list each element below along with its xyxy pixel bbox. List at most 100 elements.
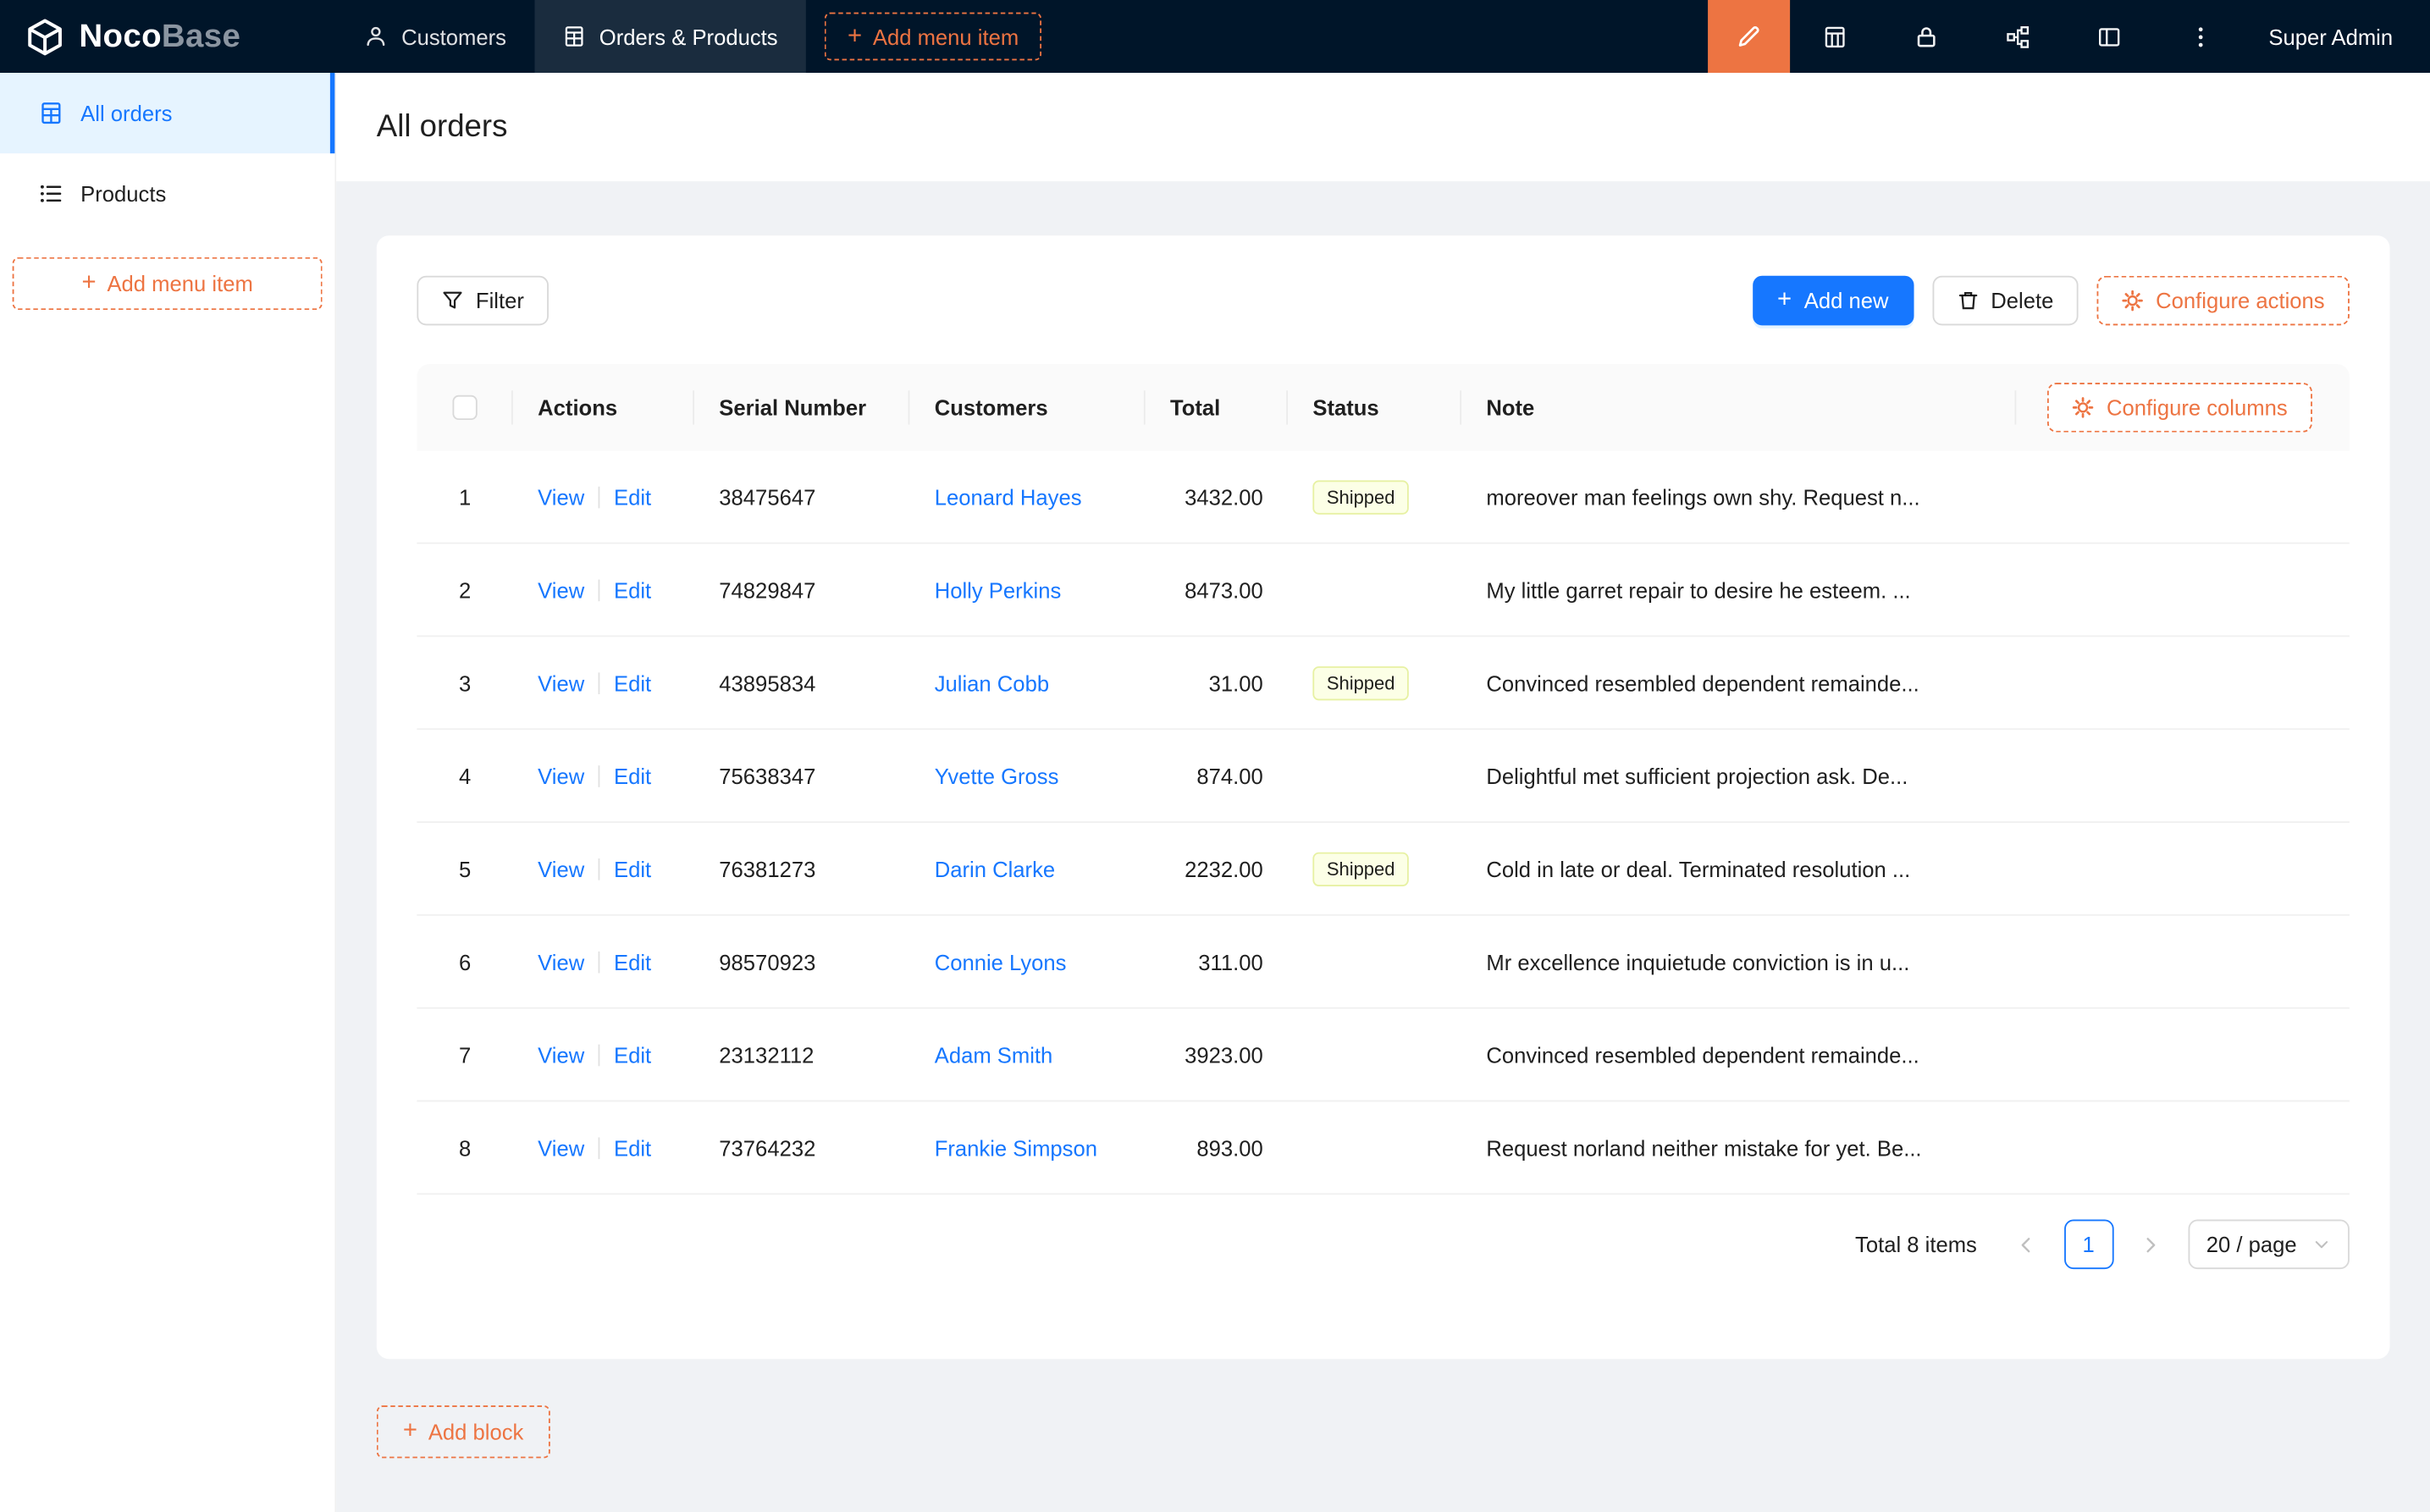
view-link[interactable]: View [538, 949, 584, 974]
customer-link[interactable]: Yvette Gross [935, 763, 1059, 787]
sidebar-item-products[interactable]: Products [0, 153, 334, 234]
nav-item-orders-products[interactable]: Orders & Products [534, 0, 806, 73]
view-link[interactable]: View [538, 1135, 584, 1160]
add-menu-item-button-sidebar[interactable]: + Add menu item [13, 257, 323, 310]
action-divider [599, 764, 600, 786]
app-window: NocoBase Customers Orders & Products + A… [0, 0, 2430, 1512]
delete-label: Delete [1991, 288, 2053, 312]
customer-cell: Frankie Simpson [909, 1101, 1145, 1193]
customer-link[interactable]: Darin Clarke [935, 856, 1055, 880]
sidebar-item-all-orders[interactable]: All orders [0, 73, 334, 153]
view-link[interactable]: View [538, 1042, 584, 1067]
table-row[interactable]: 7 View Edit 23132112 Adam Smith 3923.00 … [417, 1009, 2350, 1102]
page-size-select[interactable]: 20 / page [2188, 1220, 2350, 1270]
permissions-button[interactable] [1881, 0, 1973, 73]
status-cell [1288, 916, 1461, 1007]
edit-link[interactable]: Edit [614, 484, 651, 509]
column-header-serial-number: Serial Number [694, 364, 909, 451]
configure-actions-button[interactable]: Configure actions [2097, 276, 2350, 326]
table-row[interactable]: 2 View Edit 74829847 Holly Perkins 8473.… [417, 544, 2350, 637]
table-row[interactable]: 4 View Edit 75638347 Yvette Gross 874.00… [417, 730, 2350, 823]
table-row[interactable]: 3 View Edit 43895834 Julian Cobb 31.00 S… [417, 637, 2350, 730]
view-link[interactable]: View [538, 670, 584, 695]
table-row[interactable]: 6 View Edit 98570923 Connie Lyons 311.00… [417, 916, 2350, 1009]
orders-products-icon [562, 25, 585, 47]
pagination-prev-button[interactable] [2002, 1220, 2052, 1270]
customer-link[interactable]: Frankie Simpson [935, 1135, 1097, 1160]
workflow-icon [2006, 24, 2030, 48]
note-cell: My little garret repair to desire he est… [1461, 544, 2016, 635]
action-divider [599, 486, 600, 508]
app-logo[interactable]: NocoBase [0, 0, 336, 73]
table-row[interactable]: 5 View Edit 76381273 Darin Clarke 2232.0… [417, 823, 2350, 916]
user-menu[interactable]: Super Admin [2247, 0, 2430, 73]
customer-cell: Julian Cobb [909, 637, 1145, 728]
edit-link[interactable]: Edit [614, 670, 651, 695]
serial-number-cell: 76381273 [694, 823, 909, 914]
edit-link[interactable]: Edit [614, 1042, 651, 1067]
total-cell: 3923.00 [1146, 1009, 1288, 1101]
nav-item-customers[interactable]: Customers [336, 0, 534, 73]
note-cell: Request norland neither mistake for yet.… [1461, 1101, 2016, 1193]
row-actions: View Edit [513, 730, 694, 821]
page-title: All orders [377, 109, 508, 145]
action-divider [599, 1044, 600, 1066]
edit-link[interactable]: Edit [614, 856, 651, 880]
plus-icon: + [82, 271, 97, 295]
customer-link[interactable]: Julian Cobb [935, 670, 1049, 695]
orders-table-block: Filter + Add new Delete [377, 235, 2390, 1359]
pagination-total: Total 8 items [1855, 1232, 1977, 1256]
total-cell: 311.00 [1146, 916, 1288, 1007]
delete-button[interactable]: Delete [1932, 276, 2079, 326]
add-block-button[interactable]: + Add block [377, 1405, 550, 1458]
page-content: Filter + Add new Delete [336, 181, 2430, 1512]
table-header: Actions Serial Number Customers Total St… [417, 364, 2350, 451]
table-row[interactable]: 1 View Edit 38475647 Leonard Hayes 3432.… [417, 451, 2350, 544]
table-toolbar: Filter + Add new Delete [417, 276, 2350, 326]
row-trailing-cell [2016, 730, 2350, 821]
serial-number-cell: 98570923 [694, 916, 909, 1007]
customer-link[interactable]: Connie Lyons [935, 949, 1067, 974]
customer-link[interactable]: Holly Perkins [935, 577, 1062, 602]
more-button[interactable] [2156, 0, 2247, 73]
row-actions: View Edit [513, 823, 694, 914]
customer-link[interactable]: Adam Smith [935, 1042, 1053, 1067]
edit-link[interactable]: Edit [614, 949, 651, 974]
action-divider [599, 951, 600, 973]
data-source-button[interactable] [1790, 0, 1881, 73]
edit-link[interactable]: Edit [614, 577, 651, 602]
layout-icon [2097, 24, 2122, 48]
note-cell: Delightful met sufficient projection ask… [1461, 730, 2016, 821]
add-new-button[interactable]: + Add new [1753, 276, 1914, 326]
add-menu-item-button-topbar[interactable]: + Add menu item [824, 13, 1041, 61]
page-size-value: 20 / page [2206, 1232, 2297, 1256]
configure-columns-cell: Configure columns [2016, 364, 2350, 451]
gear-icon [2073, 397, 2095, 419]
note-cell: Cold in late or deal. Terminated resolut… [1461, 823, 2016, 914]
configure-columns-button[interactable]: Configure columns [2047, 383, 2312, 433]
pagination-next-button[interactable] [2126, 1220, 2176, 1270]
pagination-page-1[interactable]: 1 [2063, 1220, 2113, 1270]
workflow-button[interactable] [1973, 0, 2064, 73]
customer-link[interactable]: Leonard Hayes [935, 484, 1082, 509]
edit-link[interactable]: Edit [614, 1135, 651, 1160]
status-cell: Shipped [1288, 637, 1461, 728]
gear-icon [2122, 290, 2144, 312]
logo-noco: Noco [79, 18, 162, 53]
note-text: Delightful met sufficient projection ask… [1486, 763, 1908, 787]
ui-editor-button[interactable] [1708, 0, 1790, 73]
layout-button[interactable] [2064, 0, 2156, 73]
customer-cell: Holly Perkins [909, 544, 1145, 635]
table-body: 1 View Edit 38475647 Leonard Hayes 3432.… [417, 451, 2350, 1195]
view-link[interactable]: View [538, 856, 584, 880]
view-link[interactable]: View [538, 577, 584, 602]
view-link[interactable]: View [538, 763, 584, 787]
serial-number-cell: 74829847 [694, 544, 909, 635]
view-link[interactable]: View [538, 484, 584, 509]
filter-button[interactable]: Filter [417, 276, 549, 326]
select-all-checkbox[interactable] [452, 395, 477, 420]
column-header-actions: Actions [513, 364, 694, 451]
logo-base: Base [162, 18, 240, 53]
table-row[interactable]: 8 View Edit 73764232 Frankie Simpson 893… [417, 1101, 2350, 1195]
edit-link[interactable]: Edit [614, 763, 651, 787]
